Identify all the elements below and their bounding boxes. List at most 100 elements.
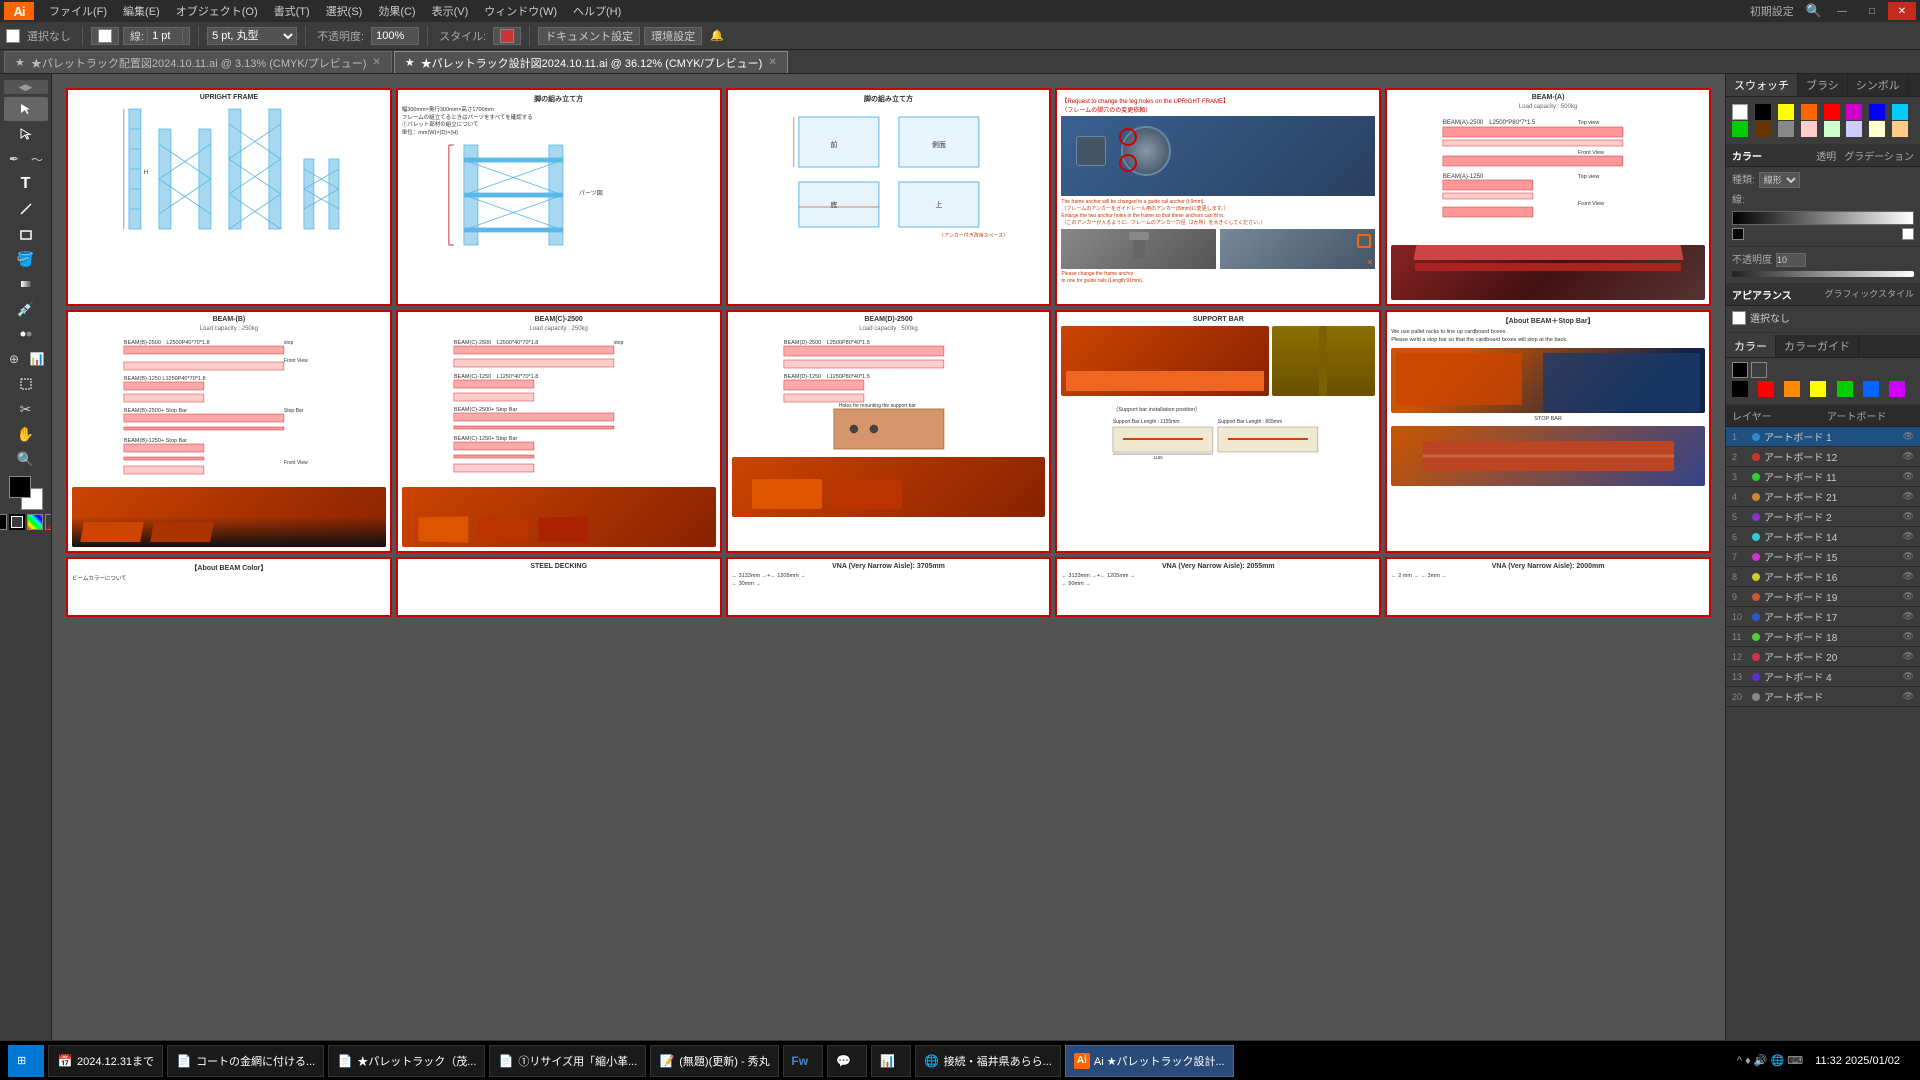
brush-tab[interactable]: ブラシ xyxy=(1798,74,1848,96)
white-swatch-mode[interactable] xyxy=(1751,362,1767,378)
taskbar-item-chart[interactable]: 📊 xyxy=(871,1045,911,1077)
cg-magenta[interactable] xyxy=(1846,104,1862,120)
zoom-tool[interactable]: 🔍 xyxy=(4,447,48,471)
canvas-area[interactable]: UPRIGHT FRAME xyxy=(52,74,1725,1052)
layer-row-7[interactable]: 7 アートボード 15 👁 xyxy=(1726,547,1920,567)
cg-white[interactable] xyxy=(1732,104,1748,120)
tab-close-2[interactable]: ✕ xyxy=(768,57,776,68)
artboard-6[interactable]: BEAM-(B) Load capacity : 250kg BEAM(B)-2… xyxy=(66,310,392,553)
eye-icon-12[interactable]: 👁 xyxy=(1903,651,1914,662)
select-tool[interactable] xyxy=(4,97,48,121)
cg-green[interactable] xyxy=(1732,121,1748,137)
gradient-tool[interactable] xyxy=(4,272,48,296)
color-tab[interactable]: カラー xyxy=(1726,335,1776,357)
appearance-swatch[interactable] xyxy=(1732,311,1746,325)
foreground-swatch[interactable] xyxy=(9,476,31,498)
menu-file[interactable]: ファイル(F) xyxy=(42,1,114,21)
layer-row-1[interactable]: 1 アートボード 1 👁 xyxy=(1726,427,1920,447)
column-graph-tool[interactable]: 📊 xyxy=(27,347,48,371)
cp-purple[interactable] xyxy=(1889,381,1905,397)
eye-icon-7[interactable]: 👁 xyxy=(1903,551,1914,562)
type-select[interactable]: 線形 xyxy=(1759,172,1800,188)
layer-row-10[interactable]: 10 アートボード 17 👁 xyxy=(1726,607,1920,627)
eye-icon-4[interactable]: 👁 xyxy=(1903,491,1914,502)
toolbox-collapse[interactable]: ◀▶ xyxy=(4,80,48,94)
opacity-slider[interactable] xyxy=(1732,271,1914,277)
taskbar-item-browser[interactable]: 🌐 接続・福井県あらら... xyxy=(915,1045,1061,1077)
tab-2[interactable]: ★ ★パレットラック設計図2024.10.11.ai @ 36.12% (CMY… xyxy=(394,51,788,73)
start-button[interactable]: ⊞ xyxy=(8,1045,44,1077)
menu-help[interactable]: ヘルプ(H) xyxy=(566,1,628,21)
cg-red[interactable] xyxy=(1824,104,1840,120)
taskbar-item-1[interactable]: 📅 2024.12.31まで xyxy=(48,1045,163,1077)
cg-lightyellow[interactable] xyxy=(1869,121,1885,137)
pen-tool[interactable]: ✒ xyxy=(4,147,25,171)
eye-icon-3[interactable]: 👁 xyxy=(1903,471,1914,482)
symbol-spray-tool[interactable]: ⊕ xyxy=(4,347,25,371)
artboard-11[interactable]: 【About BEAM Color】 ビームカラーについて xyxy=(66,557,392,617)
cg-black[interactable] xyxy=(1755,104,1771,120)
cg-orange[interactable] xyxy=(1801,104,1817,120)
type-tool[interactable]: T xyxy=(4,172,48,196)
cp-blue[interactable] xyxy=(1863,381,1879,397)
eye-icon-20[interactable]: 👁 xyxy=(1903,691,1914,702)
fill-mode[interactable] xyxy=(0,514,7,530)
cg-lightgreen[interactable] xyxy=(1824,121,1840,137)
weight-select[interactable]: 5 pt, 丸型 xyxy=(207,27,297,45)
rect-tool[interactable] xyxy=(4,222,48,246)
cg-cyan[interactable] xyxy=(1892,104,1908,120)
artboard-5[interactable]: BEAM-(A) Load capacity : 500kg BEAM(A)-2… xyxy=(1385,88,1711,306)
taskbar-item-wechat[interactable]: 💬 xyxy=(827,1045,867,1077)
tab-1[interactable]: ★ ★パレットラック配置図2024.10.11.ai @ 3.13% (CMYK… xyxy=(4,51,392,73)
eye-icon-1[interactable]: 👁 xyxy=(1903,431,1914,442)
layer-row-5[interactable]: 5 アートボード 2 👁 xyxy=(1726,507,1920,527)
taskbar-item-3[interactable]: 📄 ★パレットラック（茂... xyxy=(328,1045,485,1077)
artboard-10[interactable]: 【About BEAM＋Stop Bar】 We use pallet rack… xyxy=(1385,310,1711,553)
layer-row-9[interactable]: 9 アートボード 19 👁 xyxy=(1726,587,1920,607)
eye-icon-13[interactable]: 👁 xyxy=(1903,671,1914,682)
menu-view[interactable]: 表示(V) xyxy=(425,1,476,21)
taskbar-item-5[interactable]: 📝 (無題)(更新) - 秀丸 xyxy=(650,1045,778,1077)
cg-lightblue[interactable] xyxy=(1846,121,1862,137)
stroke-swatch[interactable] xyxy=(6,29,20,43)
cg-brown[interactable] xyxy=(1755,121,1771,137)
eyedropper-tool[interactable]: 💉 xyxy=(4,297,48,321)
line-tool[interactable] xyxy=(4,197,48,221)
cg-blue[interactable] xyxy=(1869,104,1885,120)
layer-row-11[interactable]: 11 アートボード 18 👁 xyxy=(1726,627,1920,647)
swatch-tab[interactable]: スウォッチ xyxy=(1726,74,1798,96)
symbol-tab[interactable]: シンボル xyxy=(1848,74,1909,96)
taskbar-item-fw[interactable]: Fw xyxy=(783,1045,823,1077)
eye-icon-6[interactable]: 👁 xyxy=(1903,531,1914,542)
stroke-mode[interactable] xyxy=(9,514,25,530)
cp-green[interactable] xyxy=(1837,381,1853,397)
layer-row-13[interactable]: 13 アートボード 4 👁 xyxy=(1726,667,1920,687)
eye-icon-10[interactable]: 👁 xyxy=(1903,611,1914,622)
menu-text[interactable]: 書式(T) xyxy=(267,1,317,21)
close-button[interactable]: ✕ xyxy=(1888,2,1916,20)
cg-gray[interactable] xyxy=(1778,121,1794,137)
eye-icon-8[interactable]: 👁 xyxy=(1903,571,1914,582)
menu-select[interactable]: 選択(S) xyxy=(319,1,370,21)
taskbar-item-ai[interactable]: Ai Ai ★パレットラック設計... xyxy=(1065,1045,1234,1077)
artboard-15[interactable]: VNA (Very Narrow Aisle): 2000mm ← 2 mm →… xyxy=(1385,557,1711,617)
cp-orange[interactable] xyxy=(1784,381,1800,397)
menu-object[interactable]: オブジェクト(O) xyxy=(169,1,265,21)
eye-icon-2[interactable]: 👁 xyxy=(1903,451,1914,462)
cp-yellow[interactable] xyxy=(1810,381,1826,397)
eye-icon-11[interactable]: 👁 xyxy=(1903,631,1914,642)
direct-select-tool[interactable] xyxy=(4,122,48,146)
env-settings-button[interactable]: 環境設定 xyxy=(644,27,702,45)
opacity-rp-input[interactable] xyxy=(1776,253,1806,267)
none-mode[interactable] xyxy=(45,514,53,530)
fill-box[interactable] xyxy=(91,27,119,45)
tab-close-1[interactable]: ✕ xyxy=(372,57,380,68)
help-icon[interactable]: 🔔 xyxy=(706,29,728,42)
maximize-button[interactable]: □ xyxy=(1858,2,1886,20)
eye-icon-9[interactable]: 👁 xyxy=(1903,591,1914,602)
layer-row-8[interactable]: 8 アートボード 16 👁 xyxy=(1726,567,1920,587)
slice-tool[interactable]: ✂ xyxy=(4,397,48,421)
eye-icon-5[interactable]: 👁 xyxy=(1903,511,1914,522)
artboard-14[interactable]: VNA (Very Narrow Aisle): 2055mm ← 3133mm… xyxy=(1055,557,1381,617)
stroke-input[interactable] xyxy=(147,27,183,45)
